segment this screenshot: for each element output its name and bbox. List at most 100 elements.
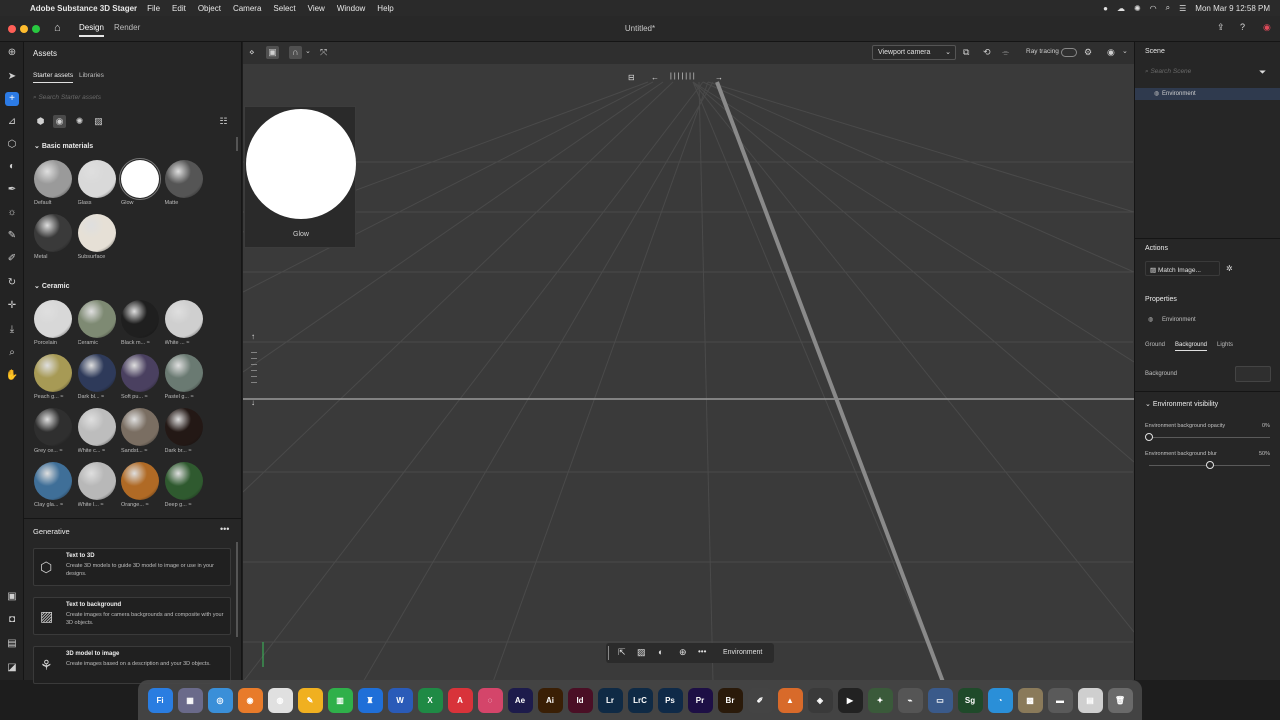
material-item[interactable]: Black m... ≈: [121, 300, 161, 346]
chevron-down-icon[interactable]: ⌄: [1122, 47, 1128, 55]
material-item[interactable]: Deep g... ≈: [164, 462, 205, 508]
dock-app-icon[interactable]: Ae: [507, 687, 533, 713]
dock-app-icon[interactable]: A: [447, 687, 473, 713]
menu-select[interactable]: Select: [273, 4, 295, 13]
list-view-icon[interactable]: ☷: [217, 115, 230, 128]
dock-app-icon[interactable]: ✎: [297, 687, 323, 713]
materials-tool-icon[interactable]: ◐: [5, 160, 19, 174]
material-item[interactable]: Orange... ≈: [121, 462, 161, 508]
frame-icon[interactable]: ⌯: [1002, 47, 1009, 58]
camera-lock-icon[interactable]: ⊟: [628, 73, 635, 82]
section-ceramic[interactable]: ⌄ Ceramic: [34, 282, 69, 290]
material-item[interactable]: Default: [34, 160, 74, 206]
material-item[interactable]: Clay gla... ≈: [34, 462, 74, 508]
dock-app-icon[interactable]: Lr: [597, 687, 623, 713]
tab-starter-assets[interactable]: Starter assets: [33, 72, 74, 83]
material-item[interactable]: Dark bl... ≈: [77, 354, 118, 400]
dock-app-icon[interactable]: Id: [567, 687, 593, 713]
tab-background[interactable]: Background: [1175, 342, 1208, 351]
chevron-down-icon[interactable]: ⌄: [305, 47, 311, 55]
models-tool-icon[interactable]: ⬡: [5, 138, 19, 152]
camera-reset-icon[interactable]: ⟲: [983, 47, 991, 58]
ray-tracing-toggle[interactable]: [1061, 48, 1077, 57]
library-icon[interactable]: ▤: [5, 637, 19, 651]
plugin-icon[interactable]: ◪: [5, 661, 19, 675]
material-item[interactable]: White ... ≈: [164, 300, 205, 346]
dock-app-icon[interactable]: ◔: [987, 687, 1013, 713]
add-icon[interactable]: ⊕: [679, 647, 687, 658]
dock-app-icon[interactable]: Sg: [957, 687, 983, 713]
dock-app-icon[interactable]: ◎: [207, 687, 233, 713]
generative-scrollbar[interactable]: [236, 542, 238, 637]
arrow-left-icon[interactable]: ←: [651, 73, 659, 82]
export-icon[interactable]: ⇱: [618, 647, 626, 658]
filter-icon[interactable]: ⏷: [1259, 67, 1266, 78]
dock-app-icon[interactable]: X: [417, 687, 443, 713]
tab-lights[interactable]: Lights: [1217, 342, 1233, 348]
background-color-swatch[interactable]: [1235, 366, 1271, 382]
menu-file[interactable]: File: [147, 4, 160, 13]
material-item[interactable]: Metal: [34, 214, 74, 260]
dock-app-icon[interactable]: Fi: [147, 687, 173, 713]
environment-visibility-header[interactable]: ⌄ Environment visibility: [1145, 400, 1218, 408]
app-name-menu[interactable]: Adobe Substance 3D Stager: [30, 4, 137, 13]
dock-app-icon[interactable]: ▦: [177, 687, 203, 713]
material-item[interactable]: Pastel g... ≈: [164, 354, 205, 400]
record-icon[interactable]: ●: [1103, 4, 1108, 13]
eyedropper-tool-icon[interactable]: ✎: [5, 229, 19, 243]
visibility-eye-icon[interactable]: ◉: [1107, 47, 1115, 58]
dock-app-icon[interactable]: ✦: [867, 687, 893, 713]
material-item[interactable]: Grey ce... ≈: [34, 408, 74, 454]
menu-camera[interactable]: Camera: [233, 4, 261, 13]
models-filter-icon[interactable]: ⬢: [34, 115, 47, 128]
camera-icon[interactable]: ◘: [5, 613, 19, 627]
material-item[interactable]: Ceramic: [77, 300, 118, 346]
search-icon[interactable]: ⌕: [1166, 3, 1170, 13]
dock-app-icon[interactable]: ▥: [327, 687, 353, 713]
hand-tool-icon[interactable]: ✋: [5, 369, 19, 383]
clock[interactable]: Mon Mar 9 12:58 PM: [1195, 4, 1270, 13]
match-image-button[interactable]: ▨ Match Image...: [1145, 261, 1220, 276]
more-icon[interactable]: •••: [698, 647, 706, 656]
material-item[interactable]: Subsurface: [77, 214, 118, 260]
assets-tool-icon[interactable]: +: [5, 92, 19, 106]
control-center-icon[interactable]: ☰: [1179, 4, 1186, 13]
dock-app-icon[interactable]: ◈: [807, 687, 833, 713]
orbit-tool-icon[interactable]: ↻: [5, 276, 19, 290]
text-to-background-card[interactable]: ▨ Text to background Create images for c…: [33, 597, 231, 635]
dock-app-icon[interactable]: ▲: [777, 687, 803, 713]
creative-cloud-icon[interactable]: ☁: [1117, 4, 1125, 13]
dock-app-icon[interactable]: Pr: [687, 687, 713, 713]
material-item[interactable]: Porcelain: [34, 300, 74, 346]
render-settings-icon[interactable]: ⚙: [1084, 47, 1092, 58]
dock-app-icon[interactable]: ◍: [267, 687, 293, 713]
download-tool-icon[interactable]: ⤓: [5, 323, 19, 337]
3d-model-to-image-card[interactable]: ⚘ 3D model to image Create images based …: [33, 646, 231, 684]
more-icon[interactable]: •••: [220, 524, 229, 534]
blur-slider-knob[interactable]: [1205, 461, 1214, 469]
magnet-icon[interactable]: ∩: [289, 46, 302, 59]
transform-icon[interactable]: ⋄: [249, 47, 255, 58]
pen-tool-icon[interactable]: ✒: [5, 183, 19, 197]
dock-app-icon[interactable]: ♜: [357, 687, 383, 713]
lights-filter-icon[interactable]: ✺: [73, 115, 86, 128]
viewport-canvas[interactable]: [243, 42, 1134, 680]
rotate-ruler[interactable]: |||||||: [670, 73, 697, 80]
dock-app-icon[interactable]: ◉: [237, 687, 263, 713]
text-to-3d-card[interactable]: ⬡ Text to 3D Create 3D models to guide 3…: [33, 548, 231, 586]
move-tool-icon[interactable]: ✛: [5, 299, 19, 313]
viewport-camera-select[interactable]: Viewport camera ⌄: [872, 45, 956, 60]
material-item[interactable]: Glow: [119, 158, 161, 206]
select-tool-icon[interactable]: ➤: [5, 70, 19, 84]
menu-object[interactable]: Object: [198, 4, 221, 13]
dock-app-icon[interactable]: ▶: [837, 687, 863, 713]
help-icon[interactable]: ?: [1240, 22, 1245, 32]
magic-icon[interactable]: ✲: [1226, 264, 1233, 273]
vertical-nav-slider[interactable]: ↑ — — — — — — ↓: [249, 332, 263, 412]
extension-icon[interactable]: ✺: [1134, 4, 1141, 13]
material-icon[interactable]: ◐: [658, 647, 663, 657]
material-item[interactable]: Sandst... ≈: [121, 408, 161, 454]
scene-item-environment[interactable]: ◍ Environment: [1135, 88, 1280, 100]
wifi-icon[interactable]: ◠: [1150, 4, 1157, 13]
dock-app-icon[interactable]: ▩: [1017, 687, 1043, 713]
